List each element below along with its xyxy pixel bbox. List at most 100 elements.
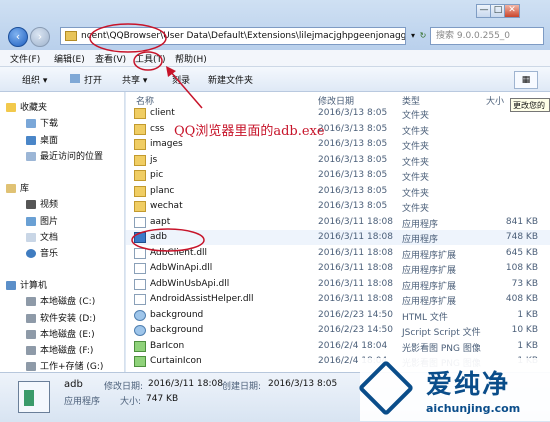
nav-recent[interactable]: 最近访问的位置 [26, 149, 103, 162]
file-name: background [150, 309, 204, 320]
watermark-brand: 爱纯净 [426, 370, 511, 400]
file-size: 10 KB [511, 325, 538, 335]
drive-icon [26, 362, 36, 371]
file-type: HTML 文件 [402, 312, 448, 323]
file-row[interactable]: background 2016/2/23 14:50 HTML 文件 1 KB [126, 308, 550, 323]
file-date: 2016/3/13 8:05 [318, 123, 388, 134]
back-button[interactable]: ‹ [8, 27, 28, 47]
details-modified: 2016/3/11 18:08 [148, 379, 223, 389]
close-button[interactable]: ✕ [504, 4, 520, 18]
file-row[interactable]: js 2016/3/13 8:05 文件夹 [126, 153, 550, 168]
forward-button[interactable]: › [30, 27, 50, 47]
file-row[interactable]: background 2016/2/23 14:50 JScript Script … [126, 323, 550, 338]
address-path: ncent\QQBrowser\User Data\Default\Extens… [81, 31, 406, 41]
file-row[interactable]: AdbClient.dll 2016/3/11 18:08 应用程序扩展 645 KB [126, 246, 550, 261]
annotation-text: QQ浏览器里面的adb.exe [174, 124, 325, 139]
menu-tools[interactable]: 工具(T) [135, 52, 166, 65]
details-size-label: 大小: [120, 397, 142, 407]
recent-icon [26, 152, 36, 161]
file-name: adb [150, 232, 167, 242]
file-name: background [150, 325, 204, 335]
file-row[interactable]: planc 2016/3/13 8:05 文件夹 [126, 184, 550, 199]
file-name: AdbWinApi.dll [150, 263, 213, 273]
file-name: CurtainIcon [150, 356, 202, 366]
menu-help[interactable]: 帮助(H) [175, 52, 207, 65]
nav-drive-e[interactable]: 本地磁盘 (E:) [26, 327, 95, 340]
file-date: 2016/3/11 18:08 [318, 278, 393, 289]
address-bar[interactable]: ncent\QQBrowser\User Data\Default\Extens… [60, 27, 406, 45]
file-row[interactable]: images 2016/3/13 8:05 文件夹 [126, 137, 550, 152]
details-name: adb [64, 379, 83, 390]
file-type: 文件夹 [402, 126, 430, 137]
refresh-button[interactable]: ↻ [416, 27, 430, 45]
file-name: AndroidAssistHelper.dll [150, 294, 254, 304]
desktop-icon [26, 136, 36, 145]
nav-pictures[interactable]: 图片 [26, 214, 58, 227]
file-row[interactable]: client 2016/3/13 8:05 文件夹 [126, 106, 550, 121]
nav-computer[interactable]: 计算机 [6, 278, 47, 291]
file-row[interactable]: BarIcon 2016/2/4 18:04 光影看图 PNG 图像 1 KB [126, 339, 550, 354]
menu-edit[interactable]: 编辑(E) [54, 52, 85, 65]
file-type: 应用程序扩展 [402, 297, 457, 307]
view-options-button[interactable]: ▦ [514, 71, 538, 89]
open-button[interactable]: 打开 [84, 73, 102, 86]
nav-desktop[interactable]: 桌面 [26, 133, 58, 146]
file-type: 应用程序扩展 [402, 281, 457, 292]
nav-music[interactable]: 音乐 [26, 246, 58, 259]
details-modified-label: 修改日期: [104, 382, 144, 392]
nav-videos[interactable]: 视频 [26, 197, 58, 210]
nav-drive-f[interactable]: 本地磁盘 (F:) [26, 343, 93, 356]
file-type: 文件夹 [402, 204, 430, 214]
file-row[interactable]: pic 2016/3/13 8:05 文件夹 [126, 168, 550, 183]
details-type: 应用程序 [64, 397, 101, 407]
file-date: 2016/3/11 18:08 [318, 216, 393, 227]
document-icon [26, 233, 36, 242]
file-type: 应用程序 [402, 219, 439, 230]
menu-bar: 文件(F) 编辑(E) 查看(V) 工具(T) 帮助(H) [0, 50, 550, 67]
file-type: 光影看图 PNG 图像 [402, 343, 481, 354]
nav-documents[interactable]: 文档 [26, 230, 58, 243]
folder-icon [134, 170, 146, 181]
file-size: 108 KB [505, 263, 538, 273]
file-name: aapt [150, 216, 171, 227]
script-file-icon [134, 325, 146, 336]
file-name: BarIcon [150, 340, 185, 351]
file-row[interactable]: adb 2016/3/11 18:08 应用程序 748 KB [126, 230, 550, 245]
drive-icon [26, 297, 36, 306]
nav-downloads[interactable]: 下载 [26, 116, 58, 129]
burn-button[interactable]: 刻录 [172, 73, 190, 86]
file-row[interactable]: AdbWinApi.dll 2016/3/11 18:08 应用程序扩展 108 KB [126, 261, 550, 276]
new-folder-button[interactable]: 新建文件夹 [208, 73, 253, 86]
file-type: 应用程序扩展 [402, 266, 457, 276]
file-date: 2016/2/23 14:50 [318, 309, 393, 320]
file-row[interactable]: AndroidAssistHelper.dll 2016/3/11 18:08 应用… [126, 292, 550, 307]
file-name: images [150, 139, 183, 149]
file-row[interactable]: aapt 2016/3/11 18:08 应用程序 841 KB [126, 215, 550, 230]
application-icon [18, 381, 50, 413]
menu-view[interactable]: 查看(V) [95, 52, 126, 65]
file-row[interactable]: wechat 2016/3/13 8:05 文件夹 [126, 199, 550, 214]
nav-drive-c[interactable]: 本地磁盘 (C:) [26, 294, 95, 307]
menu-file[interactable]: 文件(F) [10, 52, 40, 65]
application-icon [134, 232, 146, 243]
organize-button[interactable]: 组织 ▾ [22, 73, 47, 86]
file-name: js [150, 154, 158, 165]
search-input[interactable]: 搜索 9.0.0.255_0 [430, 27, 544, 45]
file-date: 2016/3/11 18:08 [318, 263, 393, 273]
file-name: wechat [150, 201, 183, 211]
file-date: 2016/3/11 18:08 [318, 232, 393, 242]
video-icon [26, 200, 36, 209]
file-date: 2016/3/13 8:05 [318, 185, 388, 196]
file-row[interactable]: AdbWinUsbApi.dll 2016/3/11 18:08 应用程序扩展 73 … [126, 277, 550, 292]
explorer-window: — □ ✕ ‹ › ncent\QQBrowser\User Data\Defa… [0, 0, 550, 422]
folder-icon [134, 201, 146, 212]
share-button[interactable]: 共享 ▾ [122, 73, 147, 86]
image-file-icon [134, 356, 146, 367]
file-date: 2016/3/13 8:05 [318, 170, 388, 180]
nav-drive-g[interactable]: 工作+存储 (G:) [26, 359, 103, 372]
nav-library[interactable]: 库 [6, 181, 29, 194]
nav-drive-d[interactable]: 软件安装 (D:) [26, 311, 96, 324]
nav-favorites[interactable]: 收藏夹 [6, 100, 47, 113]
folder-icon [134, 185, 146, 197]
open-icon [70, 74, 80, 83]
